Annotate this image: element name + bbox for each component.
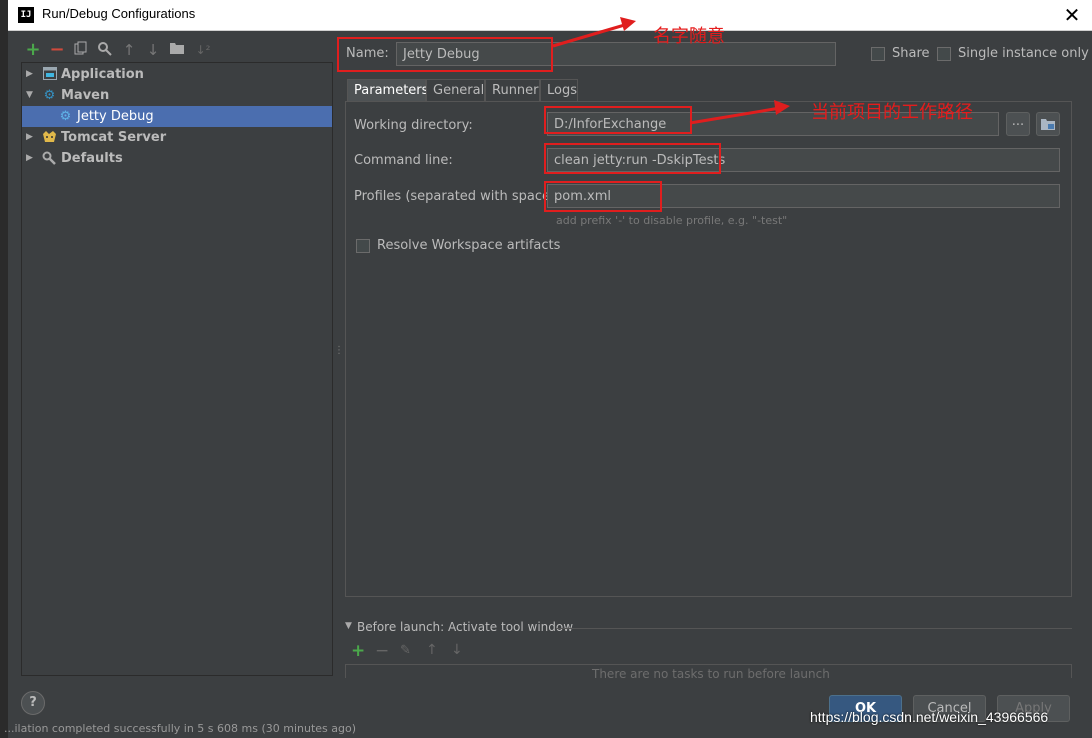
move-down-icon[interactable]: ↓ bbox=[144, 41, 162, 59]
profiles-label: Profiles (separated with space): bbox=[354, 189, 560, 204]
expand-arrow-icon[interactable]: ▶ bbox=[26, 64, 33, 85]
resolve-workspace-label: Resolve Workspace artifacts bbox=[377, 238, 561, 253]
folder-module-icon bbox=[1040, 119, 1056, 135]
tree-item-application[interactable]: ▶ Application bbox=[22, 64, 332, 85]
watermark: https://blog.csdn.net/weixin_43966566 bbox=[810, 709, 1049, 725]
edit-defaults-icon[interactable] bbox=[96, 41, 114, 59]
close-button[interactable]: ✕ bbox=[1058, 3, 1086, 27]
tree-item-label: Jetty Debug bbox=[77, 109, 154, 124]
expand-arrow-icon[interactable]: ▶ bbox=[26, 148, 33, 169]
window-title: Run/Debug Configurations bbox=[42, 6, 196, 21]
before-launch-empty-text: There are no tasks to run before launch bbox=[592, 667, 830, 678]
resolve-workspace-checkbox[interactable] bbox=[356, 239, 370, 253]
annotation-box-name bbox=[337, 37, 553, 72]
share-label: Share bbox=[892, 46, 930, 61]
splitter-handle[interactable]: ⋮ bbox=[334, 346, 344, 365]
share-checkbox[interactable] bbox=[871, 47, 885, 61]
intellij-logo-icon: IJ bbox=[18, 7, 34, 23]
collapse-arrow-icon[interactable]: ▼ bbox=[26, 85, 33, 106]
before-launch-task-list: There are no tasks to run before launch bbox=[345, 664, 1072, 678]
tab-parameters[interactable]: Parameters bbox=[347, 79, 428, 101]
single-instance-label: Single instance only bbox=[958, 46, 1089, 61]
configuration-tree: ▶ Application ▼ ⚙ Maven ⚙ Jetty Debug ▶ … bbox=[21, 62, 333, 676]
defaults-wrench-icon bbox=[42, 151, 57, 166]
tab-logs[interactable]: Logs bbox=[540, 79, 578, 101]
tree-item-label: Defaults bbox=[61, 151, 123, 166]
annotation-text-working-directory: 当前项目的工作路径 bbox=[811, 102, 973, 123]
tree-item-label: Tomcat Server bbox=[61, 130, 167, 145]
tree-item-jetty-debug[interactable]: ⚙ Jetty Debug bbox=[22, 106, 332, 127]
annotation-box-profiles bbox=[544, 181, 662, 212]
before-launch-add-icon[interactable]: + bbox=[351, 641, 365, 661]
browse-macros-button[interactable]: ... bbox=[1006, 112, 1030, 136]
tab-general[interactable]: General bbox=[426, 79, 485, 101]
browse-folder-button[interactable] bbox=[1036, 112, 1060, 136]
title-bar: IJ Run/Debug Configurations ✕ bbox=[8, 0, 1092, 31]
tree-item-maven[interactable]: ▼ ⚙ Maven bbox=[22, 85, 332, 106]
copy-icon[interactable] bbox=[72, 41, 90, 59]
annotation-box-working-directory bbox=[544, 106, 692, 134]
sort-icon[interactable]: ↓² bbox=[194, 41, 212, 59]
before-launch-remove-icon[interactable]: − bbox=[375, 641, 389, 661]
expand-arrow-icon[interactable]: ▶ bbox=[26, 127, 33, 148]
folder-icon[interactable] bbox=[168, 41, 186, 59]
tree-item-label: Application bbox=[61, 67, 144, 82]
before-launch-edit-icon[interactable]: ✎ bbox=[400, 643, 411, 658]
annotation-box-command-line bbox=[544, 143, 721, 174]
profiles-hint: add prefix '-' to disable profile, e.g. … bbox=[556, 214, 788, 227]
move-up-icon[interactable]: ↑ bbox=[120, 41, 138, 59]
parameters-panel bbox=[345, 101, 1072, 597]
help-button[interactable]: ? bbox=[21, 691, 45, 715]
tomcat-icon bbox=[42, 130, 57, 145]
maven-gear-icon: ⚙ bbox=[43, 88, 56, 103]
background-ide-strip bbox=[0, 0, 8, 738]
before-launch-down-icon[interactable]: ↓ bbox=[451, 642, 463, 658]
tree-item-defaults[interactable]: ▶ Defaults bbox=[22, 148, 332, 169]
command-line-label: Command line: bbox=[354, 153, 453, 168]
background-status-text: ...ilation completed successfully in 5 s… bbox=[4, 722, 356, 735]
maven-config-icon: ⚙ bbox=[59, 109, 72, 124]
tree-item-tomcat-server[interactable]: ▶ Tomcat Server bbox=[22, 127, 332, 148]
remove-icon[interactable]: − bbox=[48, 41, 66, 59]
tree-item-label: Maven bbox=[61, 88, 110, 103]
annotation-text-name: 名字随意 bbox=[653, 26, 725, 47]
single-instance-checkbox[interactable] bbox=[937, 47, 951, 61]
before-launch-title: Before launch: Activate tool window bbox=[357, 620, 574, 634]
before-launch-collapse-icon[interactable]: ▼ bbox=[345, 621, 352, 631]
working-directory-label: Working directory: bbox=[354, 118, 473, 133]
dialog-body: + − ↑ ↓ ↓² ▶ Application ▼ ⚙ Maven ⚙ Jet… bbox=[8, 31, 1092, 738]
before-launch-divider bbox=[556, 628, 1072, 629]
before-launch-up-icon[interactable]: ↑ bbox=[426, 642, 438, 658]
add-icon[interactable]: + bbox=[24, 41, 42, 59]
application-icon bbox=[42, 67, 57, 82]
tab-runner[interactable]: Runner bbox=[485, 79, 540, 101]
